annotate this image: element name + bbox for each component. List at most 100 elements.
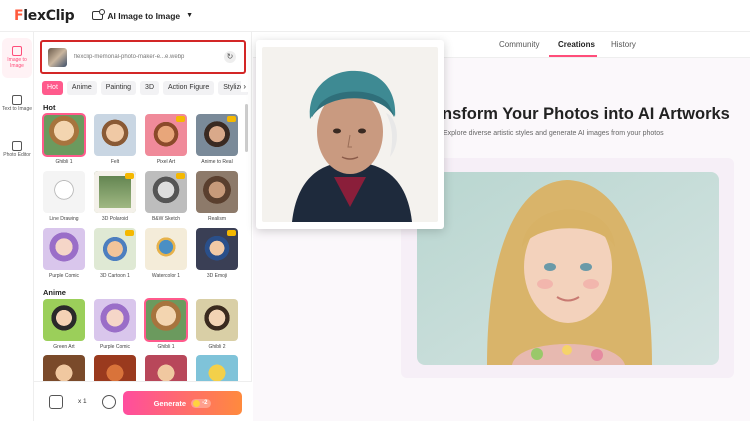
style-panel: flexclip-memorial-photo-maker-e...e.webp… <box>34 32 252 421</box>
premium-crown-icon <box>227 230 236 236</box>
credit-badge: -2 <box>191 398 212 408</box>
style-label: 3D Cartoon 1 <box>100 273 130 279</box>
rail-item-photo-editor[interactable]: Photo Editor <box>0 130 34 170</box>
credit-cost: -2 <box>202 400 208 406</box>
active-tab-indicator <box>549 55 597 57</box>
tool-name: AI Image to Image <box>107 10 181 21</box>
style-label: Ghibli 1 <box>55 159 73 165</box>
style-label: Purple Comic <box>99 344 130 350</box>
style-thumbnail <box>196 171 238 213</box>
tab-community[interactable]: Community <box>499 40 539 49</box>
settings-icon[interactable] <box>102 395 116 409</box>
section-title-hot: Hot <box>43 103 56 112</box>
hot-style-grid: Ghibli 1 Felt Pixel Art Anime to Real Li… <box>42 113 249 279</box>
chevron-down-icon: ▼ <box>186 12 194 19</box>
style-card-purple-comic[interactable]: Purple Comic <box>43 228 85 279</box>
style-card-3d-polaroid[interactable]: 3D Polaroid <box>94 171 136 222</box>
style-thumbnail <box>196 114 238 156</box>
style-thumbnail <box>145 171 187 213</box>
bottom-action-bar: x 1 Generate -2 <box>34 381 252 421</box>
rail-label: Image to Image <box>7 57 27 69</box>
image-tool-icon <box>92 9 106 20</box>
tab-action-figure[interactable]: Action Figure <box>163 81 215 95</box>
style-card-ghibli-2[interactable]: Ghibli 2 <box>196 299 238 350</box>
style-label: Realism <box>207 216 227 222</box>
logo-text: FlexClip <box>14 7 75 24</box>
uploaded-image-field[interactable]: flexclip-memorial-photo-maker-e...e.webp… <box>40 40 246 74</box>
panel-scrollbar[interactable] <box>245 104 248 152</box>
image-ratio-icon[interactable] <box>49 395 63 409</box>
style-thumbnail <box>196 299 238 341</box>
style-label: Green Art <box>53 344 75 350</box>
style-card-ghibli-1-anime[interactable]: Ghibli 1 <box>144 298 188 350</box>
style-card-anime-to-real[interactable]: Anime to Real <box>196 114 238 165</box>
elderly-woman-photo <box>262 47 438 222</box>
top-bar: FlexClip AI Image to Image ▼ <box>0 0 750 32</box>
tab-history[interactable]: History <box>611 40 636 49</box>
tab-painting[interactable]: Painting <box>100 81 137 95</box>
rail-label: Photo Editor <box>3 152 31 159</box>
replace-image-icon[interactable]: ↻ <box>224 51 236 63</box>
hero-sample-image <box>417 172 719 365</box>
uploaded-thumbnail <box>48 47 67 67</box>
generate-label: Generate <box>153 398 187 408</box>
style-thumbnail <box>196 228 238 270</box>
image-to-image-icon <box>12 46 22 57</box>
hero-title: nsform Your Photos into AI Artworks <box>442 105 730 123</box>
style-thumbnail <box>144 298 188 342</box>
anime-style-grid: Green Art Purple Comic Ghibli 1 Ghibli 2 <box>43 298 249 350</box>
flexclip-logo[interactable]: FlexClip <box>14 7 75 24</box>
style-card-bw-sketch[interactable]: B&W Sketch <box>145 171 187 222</box>
style-label: B&W Sketch <box>151 216 181 222</box>
premium-crown-icon <box>176 116 185 122</box>
style-card-felt[interactable]: Felt <box>94 114 136 165</box>
style-thumbnail <box>94 114 136 156</box>
tool-switcher[interactable]: AI Image to Image ▼ <box>92 9 194 21</box>
coin-icon <box>193 399 201 407</box>
generate-button[interactable]: Generate -2 <box>123 391 242 415</box>
output-count[interactable]: x 1 <box>78 398 87 405</box>
style-label: 3D Polaroid <box>101 216 129 222</box>
style-card-purple-comic-anime[interactable]: Purple Comic <box>94 299 136 350</box>
preview-portrait <box>262 47 438 222</box>
style-card-ghibli-1[interactable]: Ghibli 1 <box>42 113 86 165</box>
uploaded-filename: flexclip-memorial-photo-maker-e...e.webp <box>74 54 185 60</box>
tab-hot[interactable]: Hot <box>42 81 63 95</box>
style-label: Felt <box>110 159 120 165</box>
style-label: Anime to Real <box>201 159 233 165</box>
style-label: Ghibli 1 <box>157 344 175 350</box>
style-label: Ghibli 2 <box>208 344 226 350</box>
tab-3d[interactable]: 3D <box>140 81 159 95</box>
tab-anime[interactable]: Anime <box>66 81 97 95</box>
style-card-realism[interactable]: Realism <box>196 171 238 222</box>
style-card-line-drawing[interactable]: Line Drawing <box>43 171 85 222</box>
style-card-3d-cartoon-1[interactable]: 3D Cartoon 1 <box>94 228 136 279</box>
photo-editor-icon <box>12 141 22 152</box>
text-to-image-icon <box>12 95 22 106</box>
uploaded-image-preview <box>256 40 444 229</box>
style-tabs: Hot Anime Painting 3D Action Figure Styl… <box>42 81 248 95</box>
style-thumbnail <box>94 299 136 341</box>
style-thumbnail <box>145 114 187 156</box>
style-card-green-art[interactable]: Green Art <box>43 299 85 350</box>
style-thumbnail <box>43 171 85 213</box>
style-label: Purple Comic <box>48 273 79 279</box>
style-label: Pixel Art <box>156 159 176 165</box>
rail-item-image-to-image[interactable]: Image to Image <box>2 38 32 78</box>
rail-item-text-to-image[interactable]: Text to Image <box>0 84 34 124</box>
style-thumbnail <box>43 228 85 270</box>
style-label: 3D Emoji <box>206 273 228 279</box>
style-card-pixel-art[interactable]: Pixel Art <box>145 114 187 165</box>
left-rail: Image to Image Text to Image Photo Edito… <box>0 32 34 421</box>
style-label: Watercolor 1 <box>151 273 181 279</box>
style-thumbnail <box>42 113 86 157</box>
style-card-3d-emoji[interactable]: 3D Emoji <box>196 228 238 279</box>
tab-creations[interactable]: Creations <box>558 40 595 49</box>
rail-label: Text to Image <box>1 106 32 113</box>
style-thumbnail <box>43 299 85 341</box>
sample-portrait-girl <box>417 172 719 365</box>
chevron-right-icon[interactable]: › <box>241 81 248 92</box>
style-card-watercolor-1[interactable]: Watercolor 1 <box>145 228 187 279</box>
premium-crown-icon <box>227 116 236 122</box>
hero-subtitle: Explore diverse artistic styles and gene… <box>443 130 664 137</box>
